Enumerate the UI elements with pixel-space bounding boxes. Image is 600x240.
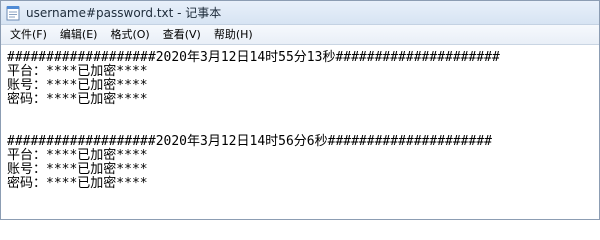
menu-view[interactable]: 查看(V) — [158, 25, 206, 44]
menu-edit[interactable]: 编辑(E) — [55, 25, 103, 44]
menu-help[interactable]: 帮助(H) — [209, 25, 258, 44]
entry-header: ###################2020年3月12日14时55分13秒##… — [7, 50, 500, 65]
menu-bar: 文件(F) 编辑(E) 格式(O) 查看(V) 帮助(H) — [1, 25, 599, 45]
title-bar[interactable]: username#password.txt - 记事本 — [1, 1, 599, 25]
menu-file[interactable]: 文件(F) — [5, 25, 52, 44]
account-line: 账号：****已加密**** — [7, 162, 148, 177]
account-line: 账号：****已加密**** — [7, 78, 148, 93]
password-line: 密码：****已加密**** — [7, 92, 148, 107]
window-title: username#password.txt - 记事本 — [26, 6, 222, 20]
password-line: 密码：****已加密**** — [7, 176, 148, 191]
notepad-window: username#password.txt - 记事本 文件(F) 编辑(E) … — [0, 0, 600, 220]
entry-header: ###################2020年3月12日14时56分6秒###… — [7, 134, 492, 149]
platform-line: 平台：****已加密**** — [7, 64, 148, 79]
menu-format[interactable]: 格式(O) — [105, 25, 154, 44]
notepad-icon — [6, 5, 20, 21]
platform-line: 平台：****已加密**** — [7, 148, 148, 163]
text-editor-area[interactable]: ###################2020年3月12日14时55分13秒##… — [1, 45, 599, 219]
